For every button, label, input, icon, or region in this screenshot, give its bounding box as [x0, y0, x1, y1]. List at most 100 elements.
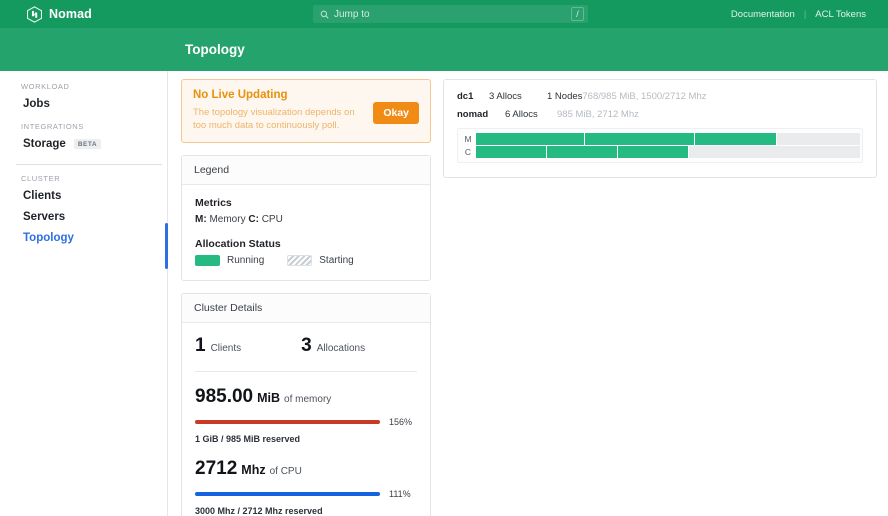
memory-bar-row: M	[460, 133, 860, 145]
no-live-updating-alert: No Live Updating The topology visualizat…	[181, 79, 431, 143]
memory-of-label: of memory	[284, 394, 332, 405]
sidebar-item-label: Topology	[23, 231, 74, 244]
memory-percent: 156%	[389, 417, 413, 427]
global-search[interactable]: /	[313, 5, 588, 23]
page-title: Topology	[185, 42, 245, 57]
cluster-details-title: Cluster Details	[182, 294, 430, 323]
legend-card: Legend Metrics M: Memory C: CPU Allocati…	[181, 155, 431, 281]
datacenter-allocs: 3 Allocs	[489, 91, 522, 102]
documentation-link[interactable]: Documentation	[731, 9, 795, 20]
starting-swatch-icon	[287, 255, 313, 266]
alert-okay-button[interactable]: Okay	[373, 102, 419, 124]
page-subheader: Topology	[0, 28, 888, 71]
sidebar-item-servers[interactable]: Servers	[0, 206, 167, 227]
cpu-bar-row: 111%	[195, 489, 417, 499]
nav-separator: |	[803, 8, 807, 20]
memory-progress-bar	[195, 420, 380, 424]
sidebar-item-clients[interactable]: Clients	[0, 185, 167, 206]
legend-running-label: Running	[227, 255, 265, 266]
top-navigation-links: Documentation | ACL Tokens	[731, 9, 866, 20]
clients-label: Clients	[210, 343, 242, 354]
node-name: nomad	[457, 109, 489, 120]
legend-card-title: Legend	[182, 156, 430, 185]
memory-metric-block: 985.00 MiB of memory 156% 1 GiB / 985 Mi…	[195, 372, 417, 444]
brand-home-link[interactable]: Nomad	[27, 5, 92, 23]
cpu-percent: 111%	[389, 489, 411, 499]
allocation-segment[interactable]	[476, 133, 586, 145]
memory-metric-title: 985.00 MiB of memory	[195, 386, 417, 408]
sidebar-item-label: Servers	[23, 210, 66, 223]
allocation-segment[interactable]	[618, 146, 690, 158]
alert-title: No Live Updating	[193, 89, 288, 101]
running-swatch-icon	[195, 255, 220, 266]
memory-reserved-text: 1 GiB / 985 MiB reserved	[195, 434, 301, 444]
legend-metric-c-key: C:	[248, 214, 259, 225]
cpu-value: 2712	[195, 458, 238, 479]
cluster-summary-stats: 1 Clients 3 Allocations	[195, 335, 417, 372]
search-shortcut-badge: /	[571, 7, 584, 21]
datacenter-name: dc1	[457, 91, 474, 102]
allocations-label: Allocations	[316, 343, 366, 354]
search-input[interactable]	[329, 7, 571, 21]
legend-metric-m-value: Memory	[209, 214, 246, 225]
legend-metrics-text: M: Memory C: CPU	[195, 214, 417, 225]
memory-bar-label: M	[464, 134, 472, 144]
datacenter-resources: 768/985 MiB, 1500/2712 Mhz	[582, 91, 707, 102]
acl-tokens-link[interactable]: ACL Tokens	[815, 9, 866, 20]
memory-unit: MiB	[257, 391, 281, 405]
right-column: dc1 3 Allocs 1 Nodes 768/985 MiB, 1500/2…	[443, 79, 877, 516]
left-column: No Live Updating The topology visualizat…	[181, 79, 431, 516]
cpu-bar-row: C	[460, 146, 860, 158]
allocation-segment[interactable]	[694, 133, 778, 145]
page-body: WORKLOAD Jobs INTEGRATIONS Storage BETA …	[0, 71, 888, 516]
cpu-reserved-text: 3000 Mhz / 2712 Mhz reserved	[195, 506, 323, 516]
cluster-details-body: 1 Clients 3 Allocations 985.00 MiB of me…	[182, 323, 430, 516]
memory-allocation-track[interactable]	[476, 133, 860, 145]
cpu-of-label: of CPU	[269, 466, 302, 477]
brand-name: Nomad	[49, 7, 92, 21]
allocations-stat: 3 Allocations	[301, 335, 365, 357]
legend-starting-label: Starting	[319, 255, 354, 266]
sidebar-item-label: Storage	[23, 137, 66, 150]
cpu-bar-label: C	[464, 147, 472, 157]
beta-badge: BETA	[73, 138, 102, 149]
allocation-segment[interactable]	[476, 146, 548, 158]
sidebar-item-jobs[interactable]: Jobs	[0, 93, 167, 114]
sidebar-item-topology[interactable]: Topology	[0, 227, 167, 248]
legend-status-heading: Allocation Status	[195, 238, 281, 250]
legend-status-row: Running Starting	[195, 255, 417, 266]
legend-metrics-heading: Metrics	[195, 197, 232, 209]
sidebar-item-storage[interactable]: Storage BETA	[0, 133, 167, 154]
datacenter-summary-row[interactable]: dc1 3 Allocs 1 Nodes 768/985 MiB, 1500/2…	[457, 91, 863, 102]
sidebar-divider	[16, 164, 162, 165]
memory-value: 985.00	[195, 386, 254, 407]
topology-visualization-card: dc1 3 Allocs 1 Nodes 768/985 MiB, 1500/2…	[443, 79, 877, 178]
clients-stat: 1 Clients	[195, 335, 241, 357]
sidebar-item-label: Clients	[23, 189, 62, 202]
cpu-metric-title: 2712 Mhz of CPU	[195, 458, 417, 480]
legend-metric-m-key: M:	[195, 214, 207, 225]
memory-bar-row: 156%	[195, 417, 417, 427]
clients-count: 1	[195, 335, 206, 356]
cpu-allocation-track[interactable]	[476, 146, 860, 158]
node-allocs: 6 Allocs	[505, 109, 538, 120]
sidebar-item-label: Jobs	[23, 97, 50, 110]
allocation-segment[interactable]	[547, 146, 619, 158]
nomad-hexagon-logo-icon	[27, 5, 42, 23]
alert-message: The topology visualization depends on to…	[193, 107, 355, 131]
cluster-details-card: Cluster Details 1 Clients 3 Allocations	[181, 293, 431, 516]
sidebar-section-label-integrations: INTEGRATIONS	[21, 122, 84, 131]
cpu-metric-block: 2712 Mhz of CPU 111% 3000 Mhz / 2712 Mhz…	[195, 444, 417, 516]
cpu-unit: Mhz	[241, 463, 266, 477]
sidebar-active-indicator	[165, 223, 168, 269]
allocation-segment[interactable]	[585, 133, 695, 145]
sidebar-section-label-cluster: CLUSTER	[21, 174, 61, 183]
node-summary-row[interactable]: nomad 6 Allocs 985 MiB, 2712 Mhz	[457, 109, 863, 120]
datacenter-nodes: 1 Nodes	[547, 91, 583, 102]
allocations-count: 3	[301, 335, 312, 356]
node-resources: 985 MiB, 2712 Mhz	[557, 109, 639, 120]
main-content: No Live Updating The topology visualizat…	[168, 71, 888, 516]
search-icon	[320, 10, 329, 19]
sidebar-section-label-workload: WORKLOAD	[21, 82, 70, 91]
